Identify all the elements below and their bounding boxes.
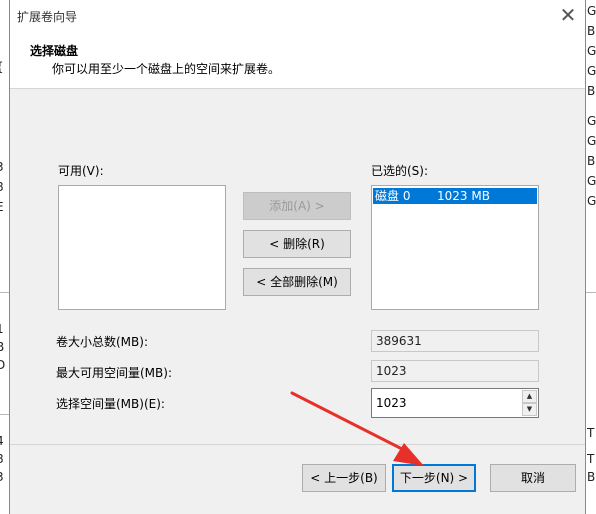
background-text: 4 [0, 434, 4, 448]
background-text: { [0, 60, 4, 74]
background-text: B [587, 24, 596, 38]
background-divider [586, 292, 596, 293]
background-text: D [0, 358, 6, 372]
background-window-left: ( ( { ( ( I ( 3 8 E 1 B D 4 8 3 [0, 0, 9, 514]
select-space-label: 选择空间量(MB)(E): [56, 397, 165, 411]
remove-button[interactable]: < 删除(R) [243, 230, 351, 258]
page-title: 选择磁盘 [30, 44, 79, 58]
add-button[interactable]: 添加(A) > [243, 192, 351, 220]
background-text: ( [0, 20, 1, 34]
extend-volume-wizard: 扩展卷向导 ✕ 选择磁盘 你可以用至少一个磁盘上的空间来扩展卷。 可用(V): … [9, 0, 586, 514]
available-label: 可用(V): [58, 164, 104, 178]
background-text: B [587, 470, 596, 484]
title-bar[interactable]: 扩展卷向导 ✕ [10, 0, 585, 30]
window-title: 扩展卷向导 [17, 10, 78, 24]
background-text: B [587, 84, 596, 98]
background-text: G [587, 4, 596, 18]
background-text: B [0, 340, 5, 354]
total-size-field: 389631 [371, 330, 539, 352]
selected-label: 已选的(S): [371, 164, 429, 178]
total-size-label: 卷大小总数(MB): [56, 335, 148, 349]
background-text: ( [0, 40, 1, 54]
wizard-header: 选择磁盘 你可以用至少一个磁盘上的空间来扩展卷。 [10, 30, 585, 89]
available-listbox[interactable] [58, 185, 226, 310]
background-text: G [587, 174, 596, 188]
close-icon[interactable]: ✕ [557, 4, 579, 26]
background-text: 8 [0, 452, 4, 466]
background-text: T [587, 452, 595, 466]
select-space-stepper[interactable]: ▲ ▼ [371, 388, 539, 418]
background-text: G [587, 114, 596, 128]
background-text: 1 [0, 322, 4, 336]
background-text: G [587, 64, 596, 78]
select-space-input[interactable] [373, 390, 511, 416]
background-text: T [587, 426, 595, 440]
background-text: ( [0, 80, 1, 94]
background-divider [0, 292, 9, 293]
max-space-field: 1023 [371, 360, 539, 382]
background-text: B [587, 154, 596, 168]
background-window-right: G B G G B G G B G G T T B [586, 0, 596, 514]
background-divider [0, 414, 9, 415]
background-text: G [587, 134, 596, 148]
background-text: 3 [0, 160, 4, 174]
disk-name: 磁盘 0 [375, 189, 411, 203]
background-text: 3 [0, 470, 4, 484]
spin-down-icon[interactable]: ▼ [522, 403, 537, 416]
background-text: 8 [0, 180, 4, 194]
background-text: ( [0, 100, 1, 114]
next-button[interactable]: 下一步(N) > [392, 464, 476, 492]
background-text: ( [0, 140, 1, 154]
selected-listbox[interactable]: 磁盘 0 1023 MB [371, 185, 539, 310]
list-item[interactable]: 磁盘 0 1023 MB [373, 188, 537, 204]
page-subtitle: 你可以用至少一个磁盘上的空间来扩展卷。 [52, 62, 281, 76]
wizard-footer: < 上一步(B) 下一步(N) > 取消 [10, 445, 585, 514]
max-space-label: 最大可用空间量(MB): [56, 366, 172, 380]
back-button[interactable]: < 上一步(B) [302, 464, 386, 492]
disk-size: 1023 MB [437, 189, 490, 203]
background-text: E [0, 200, 4, 214]
spin-up-icon[interactable]: ▲ [522, 390, 537, 403]
background-text: G [587, 194, 596, 208]
background-text: G [587, 44, 596, 58]
cancel-button[interactable]: 取消 [490, 464, 576, 492]
remove-all-button[interactable]: < 全部删除(M) [243, 268, 351, 296]
